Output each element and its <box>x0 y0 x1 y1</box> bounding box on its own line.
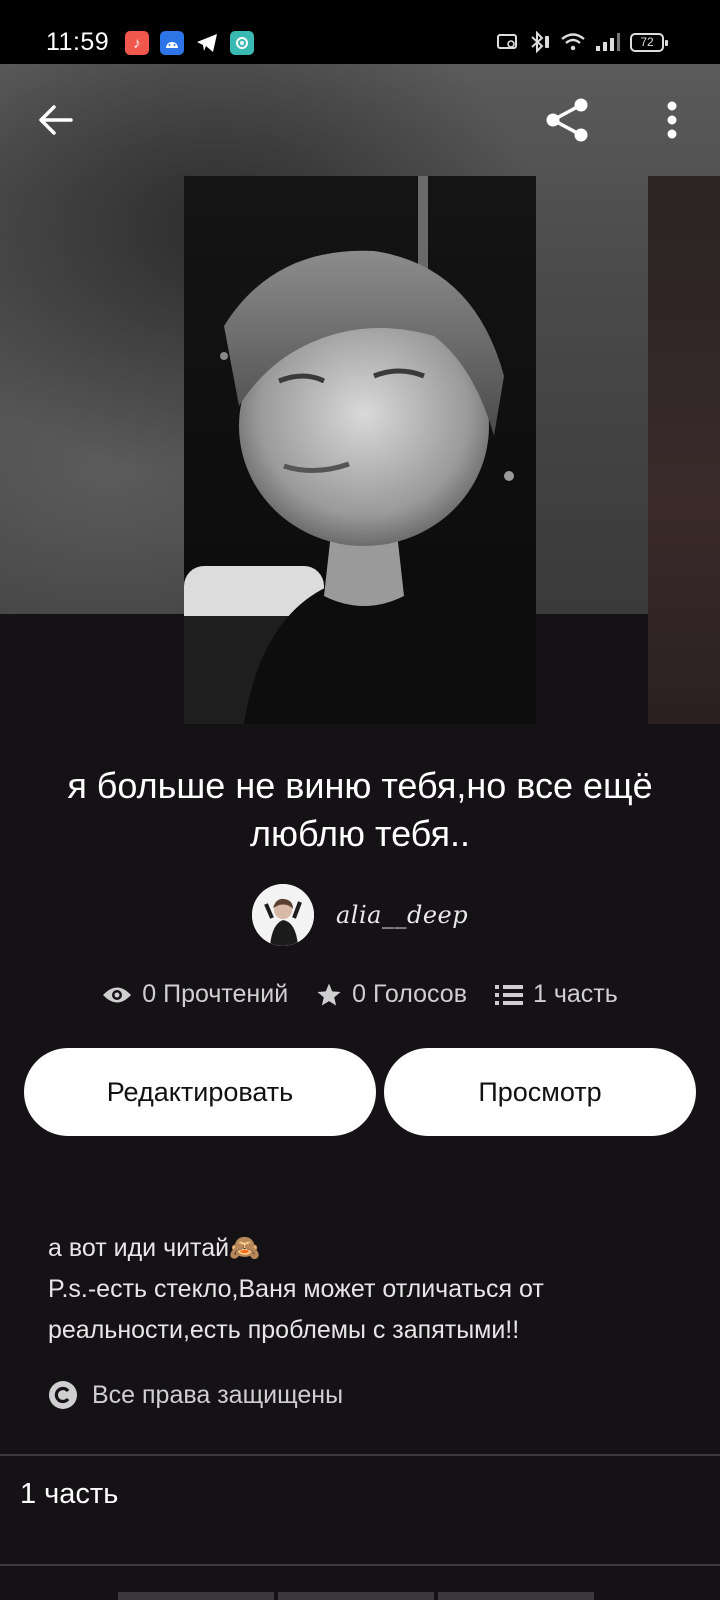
author-link[interactable]: alia__deep <box>252 884 468 946</box>
reads-count: 0 Прочтений <box>142 980 289 1008</box>
status-bar: 11:59 ♪ 72 <box>0 0 720 64</box>
votes-stat: 0 Голосов <box>316 980 467 1009</box>
votes-count: 0 Голосов <box>352 980 467 1008</box>
story-title: я больше не виню тебя,но все ещё люблю т… <box>67 765 653 854</box>
arrow-left-icon <box>39 105 73 135</box>
parts-stat: 1 часть <box>494 980 618 1009</box>
story-stats: 0 Прочтений 0 Голосов 1 часть <box>0 980 720 1009</box>
bluetooth-icon <box>531 31 549 53</box>
cover-portrait-image <box>184 176 536 724</box>
story-description: а вот иди читай🙈 P.s.-есть стекло,Ваня м… <box>48 1228 688 1351</box>
status-time: 11:59 <box>46 28 110 56</box>
music-app-icon: ♪ <box>125 31 149 55</box>
eye-icon <box>103 987 132 1002</box>
android-app-icon <box>160 31 184 55</box>
assistant-app-icon <box>230 31 254 55</box>
signal-icon <box>596 33 620 51</box>
description-line: реальности,есть проблемы с запятыми!! <box>48 1316 520 1344</box>
more-options-button[interactable] <box>644 92 700 148</box>
copyright-icon <box>49 1381 77 1409</box>
description-line: а вот иди читай🙈 <box>48 1234 261 1262</box>
copyright-text: Все права защищены <box>92 1380 344 1409</box>
list-icon <box>494 984 523 1005</box>
wifi-icon <box>561 33 585 51</box>
reads-stat: 0 Прочтений <box>102 980 288 1009</box>
description-line: P.s.-есть стекло,Ваня может отличаться о… <box>48 1275 544 1303</box>
back-button[interactable] <box>28 92 84 148</box>
section-divider <box>0 1454 720 1456</box>
copyright-info: Все права защищены <box>48 1380 343 1410</box>
battery-icon: 72 <box>630 32 668 52</box>
next-cover-preview[interactable] <box>648 176 720 724</box>
author-name: alia__deep <box>336 901 469 929</box>
parts-count: 1 часть <box>532 980 618 1008</box>
cast-icon <box>497 34 517 49</box>
story-cover-image[interactable] <box>184 176 536 724</box>
edit-button[interactable]: Редактировать <box>24 1048 376 1136</box>
star-icon <box>317 983 341 1006</box>
telegram-icon <box>195 31 219 55</box>
notification-icons: ♪ <box>125 31 254 55</box>
preview-button[interactable]: Просмотр <box>384 1048 696 1136</box>
more-vertical-icon <box>667 101 677 139</box>
system-status-icons: 72 <box>496 31 668 53</box>
share-icon <box>546 98 588 142</box>
share-button[interactable] <box>540 92 596 148</box>
parts-section-title: 1 часть <box>20 1478 119 1510</box>
avatar <box>252 884 314 946</box>
section-divider <box>0 1564 720 1566</box>
bottom-parts-preview <box>118 1592 594 1600</box>
